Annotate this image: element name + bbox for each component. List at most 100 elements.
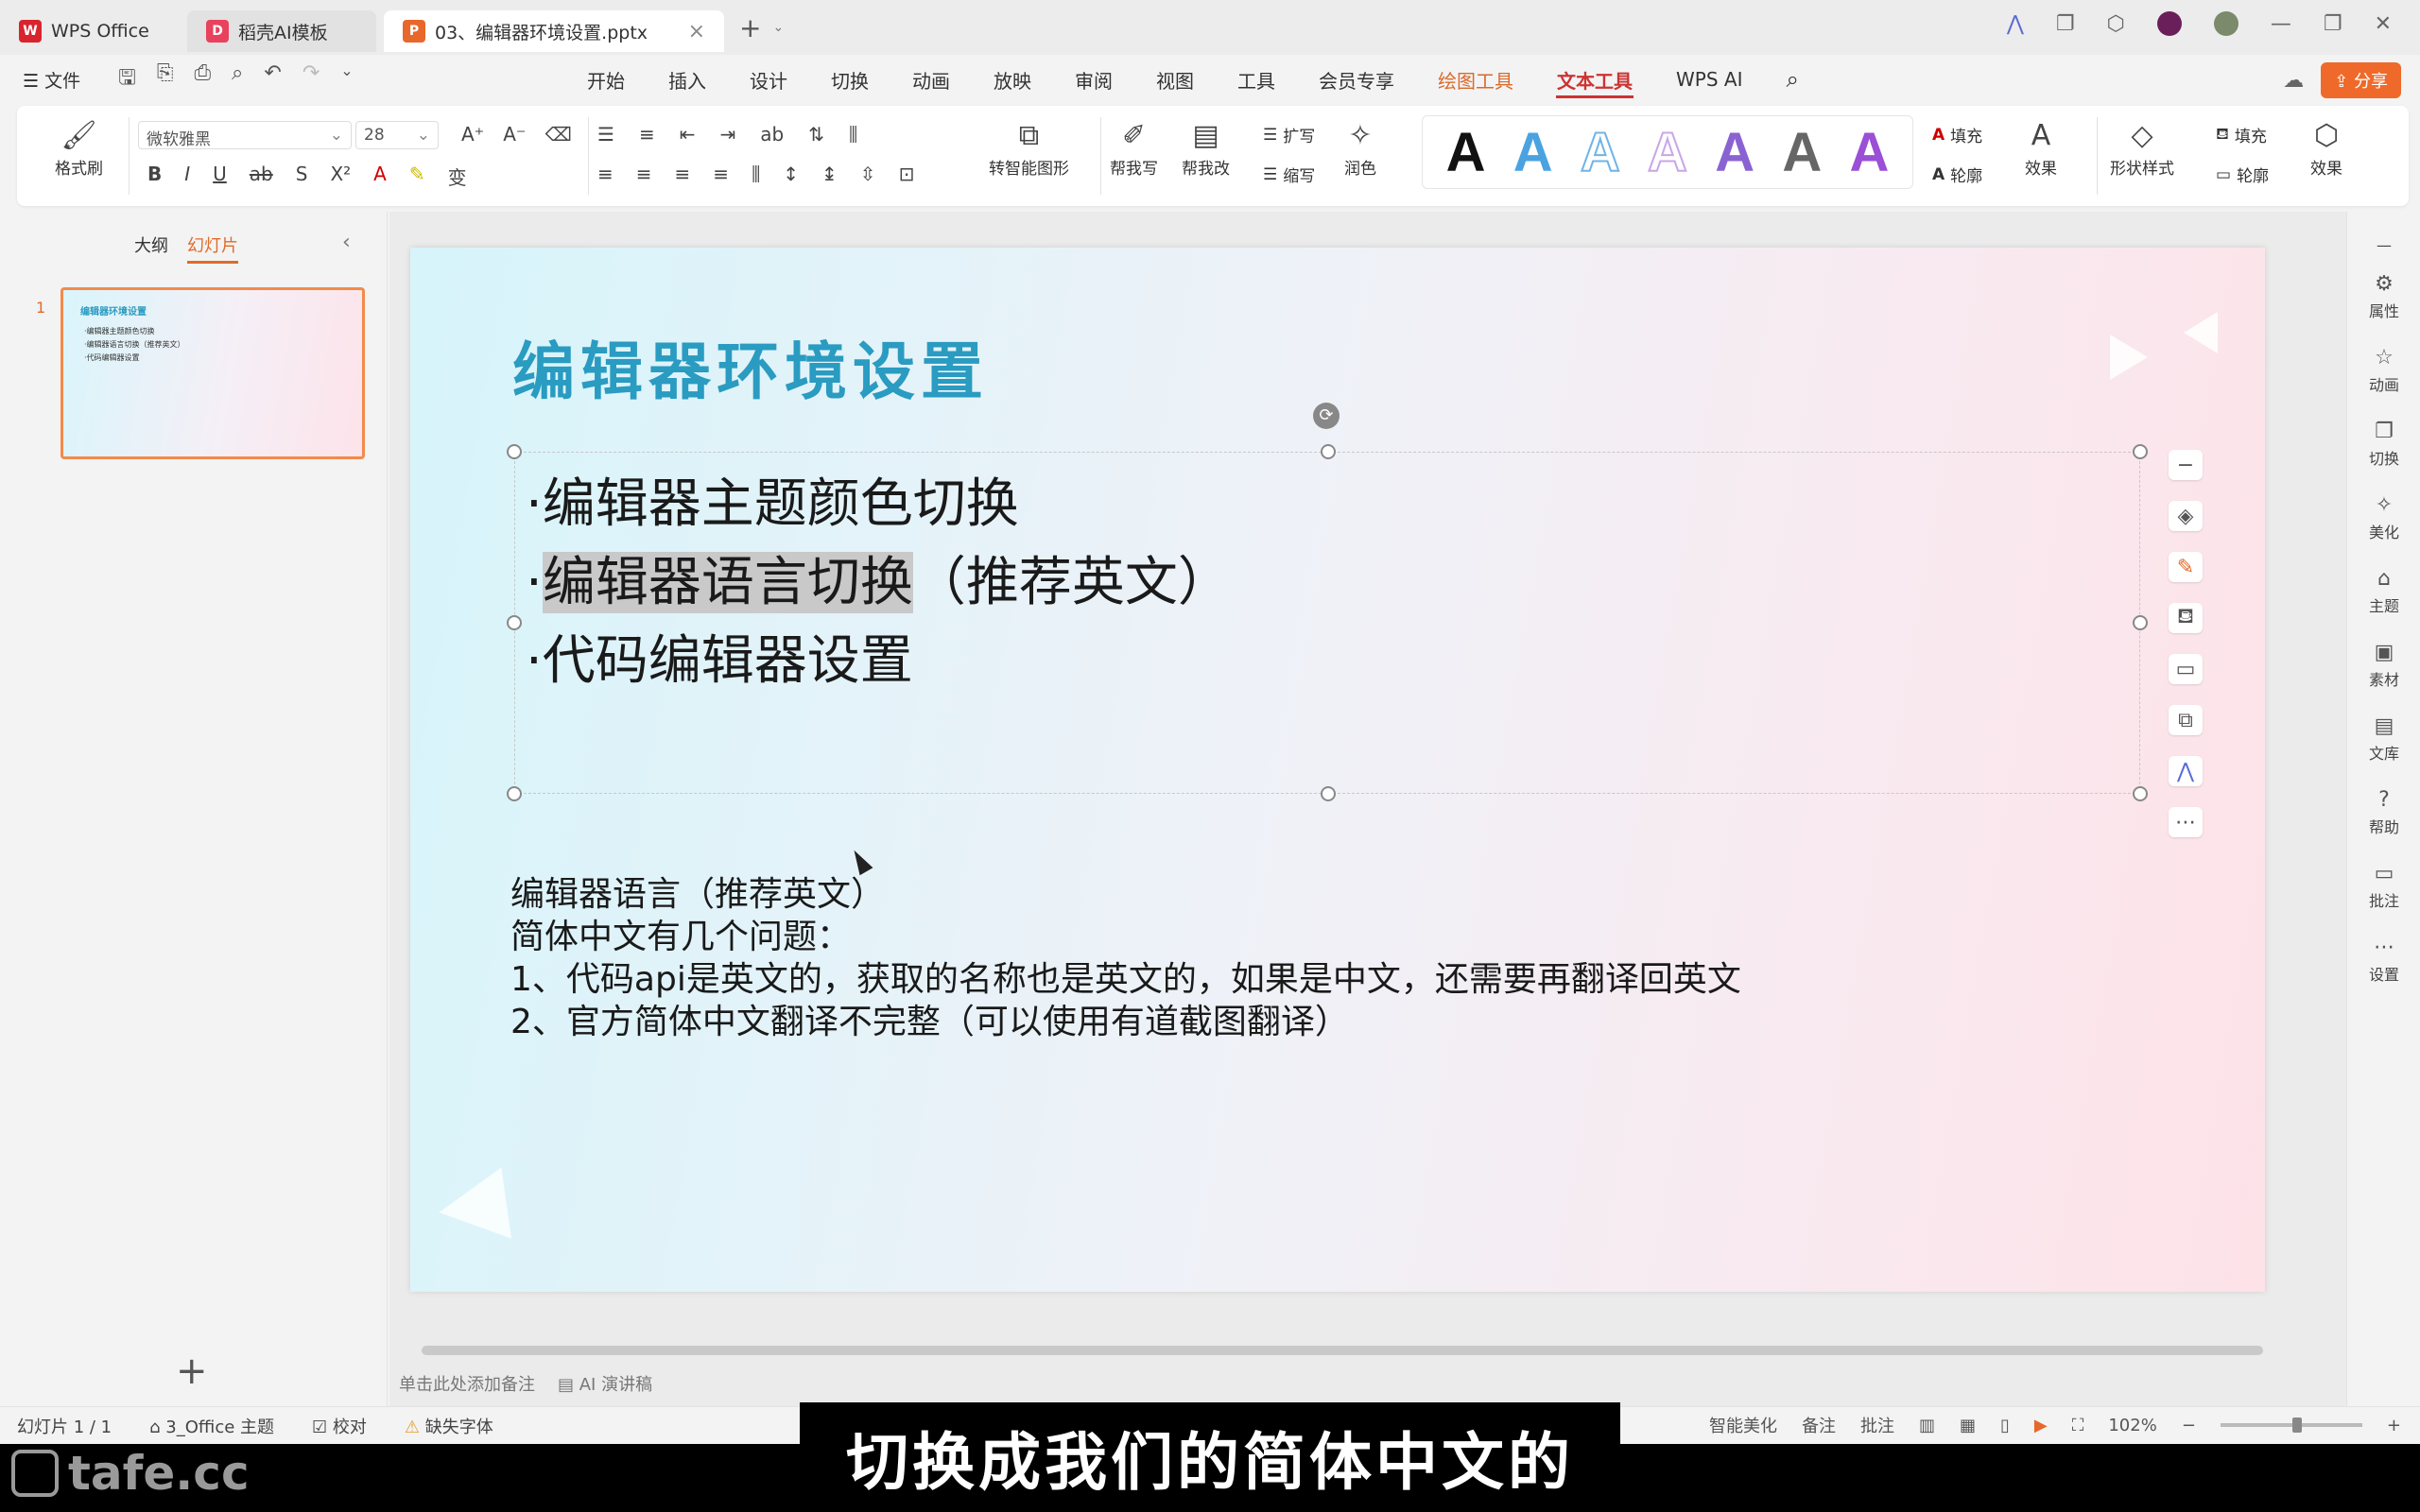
resize-handle[interactable]: [1321, 444, 1336, 459]
normal-view-icon[interactable]: ▥: [1919, 1416, 1935, 1435]
font-name-select[interactable]: 微软雅黑 ⌄: [138, 121, 352, 149]
window-tile-icon[interactable]: ❐: [2056, 12, 2075, 36]
comments-toggle-button[interactable]: 批注: [1860, 1413, 1894, 1437]
clear-format-icon[interactable]: ⌫: [545, 123, 572, 146]
sort-icon[interactable]: ⇅: [808, 123, 824, 146]
tab-member[interactable]: 会员专享: [1297, 55, 1416, 104]
increase-font-icon[interactable]: A⁺: [461, 123, 484, 146]
rotate-handle-icon[interactable]: ⟳: [1313, 403, 1340, 429]
tab-transitions[interactable]: 切换: [809, 55, 890, 104]
paragraph-spacing-icon[interactable]: ↨: [821, 163, 838, 185]
fill-icon[interactable]: ⛾: [2169, 603, 2203, 633]
undo-icon[interactable]: ↶: [264, 61, 281, 97]
close-window-icon[interactable]: ✕: [2375, 12, 2392, 36]
tab-review[interactable]: 审阅: [1053, 55, 1134, 104]
avatar[interactable]: [2213, 11, 2238, 36]
resize-handle[interactable]: [2133, 786, 2148, 801]
tab-text-tools[interactable]: 文本工具: [1535, 55, 1654, 104]
text-box-icon[interactable]: ⊡: [899, 163, 915, 185]
sidebar-item-beautify[interactable]: ✧ 美化: [2347, 493, 2420, 542]
columns-icon[interactable]: ⫼: [849, 123, 857, 146]
underline-icon[interactable]: U: [213, 163, 227, 190]
sidebar-item-transition[interactable]: ❐ 切换: [2347, 420, 2420, 469]
sidebar-item-settings[interactable]: ⋯ 设置: [2347, 936, 2420, 985]
print-icon[interactable]: ⎙: [194, 61, 211, 97]
play-slideshow-icon[interactable]: ▶: [2034, 1416, 2048, 1435]
proofread-button[interactable]: ☑ 校对: [312, 1414, 367, 1438]
shadow-icon[interactable]: S: [296, 163, 308, 190]
distributed-icon[interactable]: ⫼: [752, 163, 760, 185]
help-edit-button[interactable]: ▤ 帮我改: [1182, 119, 1230, 179]
missing-font-button[interactable]: ⚠ 缺失字体: [405, 1414, 493, 1438]
shape-icon[interactable]: ⧉: [2169, 705, 2203, 735]
print-preview-icon[interactable]: ⌕: [232, 61, 243, 97]
redo-icon[interactable]: ↷: [302, 61, 320, 97]
help-write-button[interactable]: ✐ 帮我写: [1110, 119, 1158, 179]
tab-animations[interactable]: 动画: [890, 55, 972, 104]
tab-outline[interactable]: 大纲: [134, 232, 168, 264]
text-style-3[interactable]: A: [1580, 121, 1621, 184]
resize-handle[interactable]: [507, 444, 522, 459]
pen-icon[interactable]: ✎: [2169, 552, 2203, 582]
selected-text[interactable]: 编辑器语言切换: [542, 552, 913, 613]
format-painter-button[interactable]: 🖌 格式刷: [55, 119, 103, 179]
horizontal-scrollbar[interactable]: [422, 1346, 2263, 1355]
sorter-view-icon[interactable]: ▦: [1960, 1416, 1976, 1435]
resize-handle[interactable]: [507, 786, 522, 801]
text-direction-icon[interactable]: ab: [760, 123, 784, 146]
shape-style-button[interactable]: ◇ 形状样式: [2110, 119, 2174, 179]
align-center-icon[interactable]: ≡: [636, 163, 652, 185]
smart-beautify-button[interactable]: 智能美化: [1709, 1413, 1777, 1437]
text-style-2[interactable]: A: [1513, 121, 1553, 184]
tab-slideshow[interactable]: 放映: [972, 55, 1053, 104]
tab-insert[interactable]: 插入: [647, 55, 728, 104]
bullet-list-icon[interactable]: ☰: [597, 123, 614, 146]
new-tab-button[interactable]: +: [739, 12, 761, 43]
text-style-6[interactable]: A: [1782, 121, 1822, 184]
decrease-font-icon[interactable]: A⁻: [503, 123, 526, 146]
bullet-item[interactable]: ·编辑器主题颜色切换: [526, 465, 1231, 543]
tab-current-document[interactable]: P 03、编辑器环境设置.pptx ×: [384, 10, 724, 52]
wps-ai-icon[interactable]: ⋀: [2007, 12, 2024, 36]
zoom-level[interactable]: 102%: [2108, 1416, 2156, 1435]
shrink-button[interactable]: ☰ 缩写: [1263, 163, 1315, 187]
slide-canvas[interactable]: 编辑器环境设置 ⟳ ·编辑器主题颜色切换 ·编辑器语言切换（推荐英文） ·代码编…: [410, 248, 2265, 1292]
tab-wps-office[interactable]: W WPS Office: [0, 10, 180, 52]
align-left-icon[interactable]: ≡: [597, 163, 614, 185]
slide-title[interactable]: 编辑器环境设置: [512, 321, 989, 412]
text-fill-button[interactable]: A 填充: [1932, 123, 1982, 147]
sidebar-item-properties[interactable]: ⚙ 属性: [2347, 272, 2420, 321]
sidebar-minimize-icon[interactable]: —: [2347, 236, 2420, 254]
notes-toggle-button[interactable]: 备注: [1802, 1413, 1836, 1437]
slide-notes-text[interactable]: 编辑器语言（推荐英文） 简体中文有几个问题： 1、代码api是英文的，获取的名称…: [510, 873, 1741, 1043]
share-doc-icon[interactable]: ⎘: [157, 61, 174, 97]
line-spacing-icon[interactable]: ↕: [783, 163, 799, 185]
sidebar-item-help[interactable]: ? 帮助: [2347, 788, 2420, 837]
sidebar-item-library[interactable]: ▤ 文库: [2347, 714, 2420, 764]
align-right-icon[interactable]: ≡: [675, 163, 691, 185]
tab-wps-ai[interactable]: WPS AI: [1654, 55, 1764, 104]
shape-effect-button[interactable]: ⬡ 效果: [2310, 119, 2342, 179]
ai-script-button[interactable]: ▤ AI 演讲稿: [558, 1371, 652, 1396]
notes-placeholder[interactable]: 单击此处添加备注: [399, 1371, 535, 1396]
outline-icon[interactable]: ▭: [2169, 654, 2203, 684]
resize-handle[interactable]: [2133, 615, 2148, 630]
bullet-item[interactable]: ·编辑器语言切换（推荐英文）: [526, 543, 1231, 622]
cloud-sync-icon[interactable]: ☁: [2283, 69, 2304, 93]
search-icon[interactable]: ⌕: [1764, 55, 1820, 104]
font-size-select[interactable]: 28 ⌄: [355, 121, 439, 149]
tab-view[interactable]: 视图: [1134, 55, 1216, 104]
sidebar-item-theme[interactable]: ⌂ 主题: [2347, 567, 2420, 616]
zoom-out-icon[interactable]: −: [2182, 1416, 2196, 1435]
bullet-item[interactable]: ·代码编辑器设置: [526, 622, 1231, 700]
resize-handle[interactable]: [1321, 786, 1336, 801]
expand-button[interactable]: ☰ 扩写: [1263, 123, 1315, 147]
close-tab-icon[interactable]: ×: [688, 20, 705, 43]
superscript-icon[interactable]: X²: [330, 163, 351, 190]
strikethrough-icon[interactable]: ab: [250, 163, 273, 190]
slide-thumbnail[interactable]: 编辑器环境设置 ·编辑器主题颜色切换 ·编辑器语言切换（推荐英文） ·代码编辑器…: [60, 287, 365, 459]
resize-handle[interactable]: [2133, 444, 2148, 459]
vertical-align-icon[interactable]: ⇳: [860, 163, 876, 185]
collapse-panel-icon[interactable]: ‹: [342, 231, 351, 254]
sidebar-item-material[interactable]: ▣ 素材: [2347, 641, 2420, 690]
